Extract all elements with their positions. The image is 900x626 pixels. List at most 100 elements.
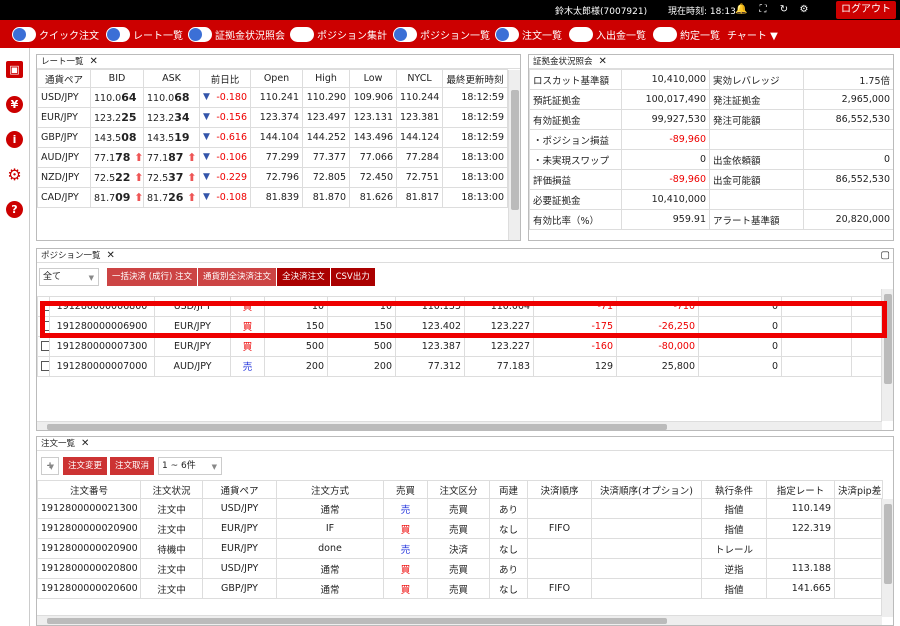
modify-order-button[interactable]: 注文変更 bbox=[63, 456, 108, 475]
toggle-quick-order[interactable]: クイック注文 bbox=[12, 26, 99, 42]
gear-icon[interactable]: ⚙ bbox=[6, 166, 23, 183]
maximize-icon[interactable]: ▢ bbox=[881, 249, 890, 263]
save-icon[interactable]: ▣ bbox=[6, 61, 23, 78]
bell-icon[interactable]: 🔔 bbox=[735, 3, 747, 16]
chart-menu[interactable]: チャート ▼ bbox=[727, 27, 778, 42]
pair-cell: EUR/JPY bbox=[154, 335, 231, 357]
rate-scrollbar[interactable] bbox=[508, 70, 520, 240]
order-vscroll[interactable] bbox=[881, 499, 893, 617]
ask-cell[interactable]: 123.234 bbox=[143, 107, 200, 128]
rate-row[interactable]: GBP/JPY 143.508 143.519 ▼ -0.616 144.104 144.2… bbox=[37, 127, 508, 148]
refresh-icon[interactable]: ↻ bbox=[778, 3, 790, 16]
cancel-order-button[interactable]: 注文取消 bbox=[110, 456, 155, 475]
order-row[interactable]: 1912800000020800 注文中 USD/JPY 通常買売買 あり 逆指 113.1… bbox=[37, 558, 883, 579]
position-vscroll[interactable] bbox=[881, 289, 893, 421]
position-row[interactable]: 191280000006800 USD/JPY 買 10 10 110.135 110.06… bbox=[37, 295, 884, 317]
ask-cell[interactable]: 77.187 ⬆ bbox=[143, 147, 200, 168]
currency-close-all-button[interactable]: 通貨別全決済注文 bbox=[198, 267, 277, 286]
order-row[interactable]: 1912800000020900 待機中 EUR/JPY done 売決済 なし トレール bbox=[37, 538, 883, 559]
yen-icon[interactable]: ¥ bbox=[6, 96, 23, 113]
close-icon[interactable]: ✕ bbox=[90, 56, 98, 67]
close-icon[interactable]: ✕ bbox=[107, 250, 115, 261]
bid-cell[interactable]: 77.178 ⬆ bbox=[90, 147, 144, 168]
bid-cell[interactable]: 72.522 ⬆ bbox=[90, 167, 144, 188]
toggle-margin-status[interactable]: 証拠金状況照会 bbox=[188, 26, 285, 42]
page-range-select[interactable]: 1 ~ 6件 bbox=[158, 456, 223, 475]
col-header[interactable]: 両建 bbox=[489, 480, 528, 499]
position-row[interactable]: 191280000006900 EUR/JPY 買 150 150 123.402 123.… bbox=[37, 315, 884, 337]
pair-cell: USD/JPY bbox=[37, 87, 91, 108]
ask-cell[interactable]: 143.519 bbox=[143, 127, 200, 148]
row-checkbox[interactable] bbox=[41, 321, 49, 331]
col-header[interactable]: High bbox=[302, 69, 350, 88]
rate-row[interactable]: USD/JPY 110.064 110.068 ▼ -0.180 110.241 110.2… bbox=[37, 87, 508, 108]
rate-cell: 110.149 bbox=[766, 498, 835, 519]
col-header[interactable]: 決済pip差 bbox=[834, 480, 883, 499]
select-cell[interactable] bbox=[37, 295, 50, 317]
col-header[interactable]: 前日比 bbox=[199, 69, 251, 88]
ask-cell[interactable]: 81.726 ⬆ bbox=[143, 187, 200, 208]
select-cell[interactable] bbox=[37, 355, 50, 377]
bid-cell[interactable]: 81.709 ⬆ bbox=[90, 187, 144, 208]
rate-row[interactable]: AUD/JPY 77.178 ⬆ 77.187 ⬆ ▼ -0.106 77.299 77.3… bbox=[37, 147, 508, 168]
col-header[interactable]: 最終更新時刻 bbox=[442, 69, 508, 88]
col-header[interactable]: 注文方式 bbox=[276, 480, 384, 499]
csv-export-button[interactable]: CSV出力 bbox=[330, 267, 375, 286]
rate-row[interactable]: EUR/JPY 123.225 123.234 ▼ -0.156 123.374 123.4… bbox=[37, 107, 508, 128]
col-header[interactable]: 執行条件 bbox=[701, 480, 767, 499]
row-checkbox[interactable] bbox=[41, 361, 49, 371]
select-cell[interactable] bbox=[37, 315, 50, 337]
close-icon[interactable]: ✕ bbox=[599, 56, 607, 67]
toggle-position-summary[interactable]: ポジション集計 bbox=[290, 26, 387, 42]
bid-cell[interactable]: 143.508 bbox=[90, 127, 144, 148]
row-checkbox[interactable] bbox=[41, 341, 49, 351]
bid-cell[interactable]: 110.064 bbox=[90, 87, 144, 108]
bid-price: 77.1 bbox=[94, 153, 116, 164]
col-header[interactable]: 決済順序 bbox=[527, 480, 592, 499]
col-header[interactable]: 通貨ペア bbox=[37, 69, 91, 88]
ask-cell[interactable]: 110.068 bbox=[143, 87, 200, 108]
position-filter-select[interactable]: 全て bbox=[39, 267, 99, 286]
change-value: -0.108 bbox=[216, 192, 247, 203]
bid-cell[interactable]: 123.225 bbox=[90, 107, 144, 128]
toggle-position-list[interactable]: ポジション一覧 bbox=[393, 26, 490, 42]
col-header[interactable]: 指定レート bbox=[766, 480, 835, 499]
toggle-execution-list[interactable]: 約定一覧 bbox=[653, 26, 720, 42]
order-hscroll[interactable] bbox=[37, 615, 882, 625]
order-row[interactable]: 1912800000021300 注文中 USD/JPY 通常売売買 あり 指値 110.1… bbox=[37, 498, 883, 519]
logout-button[interactable]: ログアウト bbox=[836, 1, 896, 19]
close-icon[interactable]: ✕ bbox=[81, 438, 89, 449]
close-all-button[interactable]: 全決済注文 bbox=[277, 267, 330, 286]
order-id: 1912800000020600 bbox=[37, 578, 141, 599]
info-icon[interactable]: i bbox=[6, 131, 23, 148]
col-header[interactable]: Low bbox=[349, 69, 397, 88]
col-header[interactable]: 注文状況 bbox=[140, 480, 203, 499]
toggle-rate-list[interactable]: レート一覧 bbox=[106, 26, 183, 42]
select-cell[interactable] bbox=[37, 335, 50, 357]
col-header[interactable]: 注文番号 bbox=[37, 480, 141, 499]
position-hscroll[interactable] bbox=[37, 421, 882, 430]
col-header[interactable]: NYCL bbox=[396, 69, 443, 88]
toggle-order-list[interactable]: 注文一覧 bbox=[495, 26, 562, 42]
row-checkbox[interactable] bbox=[41, 301, 49, 311]
rate-row[interactable]: NZD/JPY 72.522 ⬆ 72.537 ⬆ ▼ -0.229 72.796 72.8… bbox=[37, 167, 508, 188]
bulk-market-close-button[interactable]: 一括決済 (成行) 注文 bbox=[107, 267, 198, 286]
position-row[interactable]: 191280000007300 EUR/JPY 買 500 500 123.387 123.… bbox=[37, 335, 884, 357]
rate-row[interactable]: CAD/JPY 81.709 ⬆ 81.726 ⬆ ▼ -0.108 81.839 81.8… bbox=[37, 187, 508, 208]
order-row[interactable]: 1912800000020600 注文中 GBP/JPY 通常買売買 なし FIFO 指値 1… bbox=[37, 578, 883, 599]
help-icon[interactable]: ? bbox=[6, 201, 23, 218]
col-header[interactable]: BID bbox=[90, 69, 144, 88]
col-header[interactable]: 注文区分 bbox=[427, 480, 490, 499]
add-order-button[interactable]: + bbox=[41, 456, 59, 475]
order-row[interactable]: 1912800000020900 注文中 EUR/JPY IF 買売買 なし FIFO 指値 1… bbox=[37, 518, 883, 539]
fullscreen-icon[interactable]: ⛶ bbox=[757, 3, 769, 16]
ask-cell[interactable]: 72.537 ⬆ bbox=[143, 167, 200, 188]
position-row[interactable]: 191280000007000 AUD/JPY 売 200 200 77.312 77.18… bbox=[37, 355, 884, 377]
toggle-deposit-list[interactable]: 入出金一覧 bbox=[569, 26, 646, 42]
col-header[interactable]: 決済順序(オプション) bbox=[591, 480, 702, 499]
gear-icon[interactable]: ⚙ bbox=[798, 3, 810, 16]
col-header[interactable]: 通貨ペア bbox=[202, 480, 277, 499]
col-header[interactable]: Open bbox=[250, 69, 303, 88]
col-header[interactable]: 売買 bbox=[383, 480, 428, 499]
col-header[interactable]: ASK bbox=[143, 69, 200, 88]
